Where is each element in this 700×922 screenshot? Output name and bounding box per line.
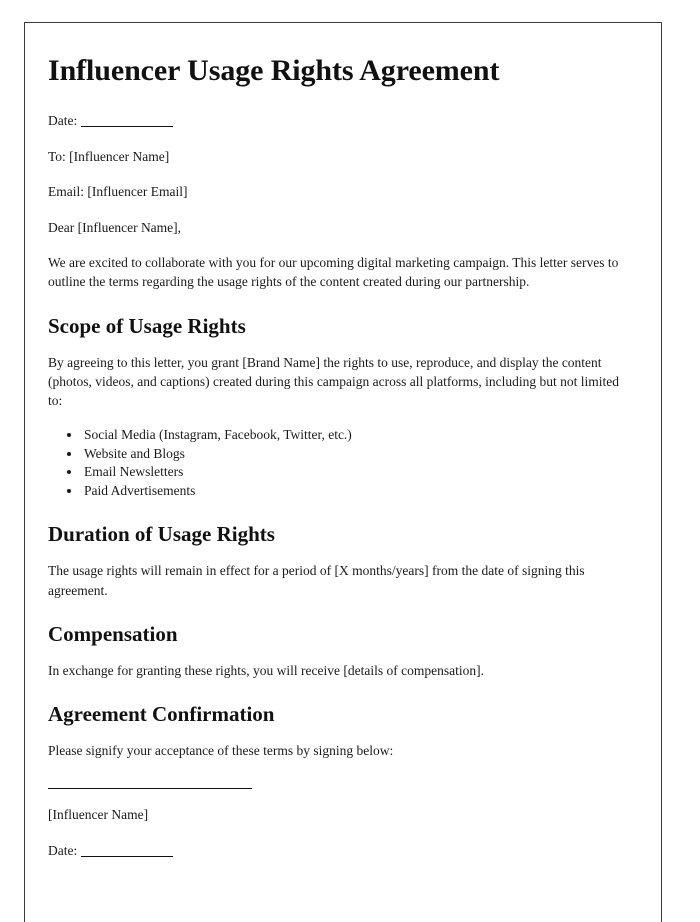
signature-name-placeholder: [Influencer Name] [48, 807, 149, 823]
date-blank-rule[interactable] [81, 126, 174, 127]
signature-date-blank-rule[interactable] [81, 855, 174, 857]
section-heading-duration: Duration of Usage Rights [48, 522, 275, 547]
section-heading-agreement-confirmation: Agreement Confirmation [48, 702, 275, 726]
list-item: Social Media (Instagram, Facebook, Twitt… [82, 426, 629, 444]
page-title: Influencer Usage Rights Agreement [48, 54, 500, 87]
date-field-row: Date: [48, 111, 629, 131]
signature-blank-rule[interactable] [48, 788, 252, 790]
recipient-email-line: Email: [Influencer Email] [48, 184, 188, 200]
section-heading-compensation: Compensation [48, 621, 178, 646]
salutation-line: Dear [Influencer Name], [48, 219, 182, 235]
intro-paragraph: We are excited to collaborate with you f… [48, 255, 619, 290]
document-page: Influencer Usage Rights Agreement Date: … [24, 22, 662, 922]
list-item: Website and Blogs [82, 445, 629, 463]
signature-date-row: Date: [48, 841, 629, 861]
signature-date-label: Date: [48, 842, 78, 858]
list-item: Email Newsletters [82, 463, 629, 481]
section-paragraph-compensation: In exchange for granting these rights, y… [48, 662, 484, 678]
section-paragraph-duration: The usage rights will remain in effect f… [48, 563, 585, 598]
usage-platform-list: Social Media (Instagram, Facebook, Twitt… [48, 426, 629, 500]
list-item: Paid Advertisements [82, 482, 629, 500]
section-heading-scope: Scope of Usage Rights [48, 313, 246, 338]
section-paragraph-agreement-confirmation: Please signify your acceptance of these … [48, 743, 394, 759]
section-paragraph-scope: By agreeing to this letter, you grant [B… [48, 354, 620, 409]
recipient-to-line: To: [Influencer Name] [48, 148, 170, 164]
date-label: Date: [48, 113, 78, 128]
